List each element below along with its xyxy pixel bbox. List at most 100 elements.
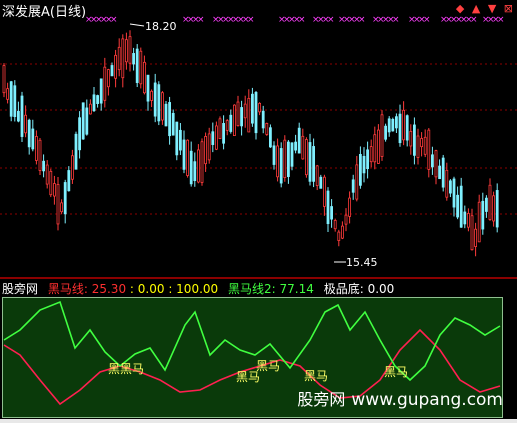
bottom-scrollbar[interactable] [0,419,517,423]
candlestick [290,142,294,171]
candlestick [315,164,319,191]
candlestick [304,137,308,178]
candlestick [225,119,229,136]
candlestick [466,208,470,232]
pane-divider[interactable] [0,277,517,279]
candlestick [409,124,413,155]
candlestick [488,178,492,221]
candlestick [204,132,208,172]
watermark-url: www.gupang.com [351,390,503,410]
candlestick [423,129,427,158]
candlestick [60,199,63,214]
candlestick [110,62,114,77]
candlestick [261,105,265,134]
candlestick [474,222,478,257]
signal-marker-icon: × [110,15,118,25]
indicator-header: 股旁网 黑马线: 25.30 : 0.00 : 100.00 黑马线2: 77.… [2,280,394,296]
candlestick [85,99,89,136]
candlestick [92,86,96,113]
candlestick [42,154,45,178]
candlestick [240,100,244,136]
candlestick [45,160,49,189]
candlestick-chart[interactable]: ×××××× ×××× ×××××××× ××××× ×××× ××××× ××××× ×××… [0,0,517,278]
high-price-label: 18.20 [145,20,177,33]
candlestick [247,89,251,133]
candlestick [452,176,456,217]
candlestick [312,138,316,188]
candlestick [20,91,24,143]
candlestick [81,102,85,140]
candlestick [56,176,60,231]
candlestick [384,123,388,142]
candlestick [463,205,467,229]
candlestick [254,90,258,140]
candlestick [49,168,53,198]
candlestick [207,127,211,164]
candlestick [236,95,240,127]
candlestick [38,138,42,175]
candlestick [139,47,143,89]
candlestick [416,128,420,165]
candlestick [481,192,485,235]
signal-marker-icon: × [423,15,431,25]
candlestick [243,95,247,128]
indicator-value-4: 黑马线2: 77.14 [228,282,314,296]
signal-marker-icon: × [392,15,400,25]
candlestick [229,109,233,134]
candlestick [153,73,157,123]
candlestick [376,124,380,164]
candlestick [492,191,496,227]
candlestick [2,63,6,98]
watermark-brand: 股旁网 [297,390,346,409]
candlestick [362,147,366,183]
candlestick [16,101,20,123]
candlestick [434,149,438,185]
candlestick [211,122,215,153]
indicator-value-1: 黑马线: 25.30 [47,282,127,296]
candlestick [9,80,13,122]
candlestick [380,110,384,161]
candlestick [196,144,200,184]
candlestick [308,133,312,186]
candlestick [337,229,341,247]
candlestick [330,199,334,228]
signal-label: 黑马 [384,365,409,379]
candlestick [132,47,136,71]
signal-marker-icon: × [358,15,366,25]
indicator-value-3: : 100.00 [168,282,219,296]
candlestick [218,116,222,140]
candlestick [114,49,117,88]
candlestick [117,38,121,77]
candlestick [344,208,348,232]
indicator-value-5: 极品底: 0.00 [323,282,395,296]
candlestick [412,117,416,165]
candlestick [340,221,344,240]
watermark: 股旁网 www.gupang.com [297,386,503,410]
candlestick [78,111,81,159]
candlestick [157,81,161,126]
candlestick [121,34,125,88]
signal-marker-icon: × [298,15,306,25]
candlestick [427,128,431,178]
candlestick [135,44,139,88]
candlestick [301,128,305,160]
candlestick [319,174,323,189]
candlestick [178,123,182,155]
candlestick [142,55,146,95]
candlestick [171,109,175,136]
candlestick [67,166,71,192]
candlestick [495,183,499,233]
candlestick [441,154,445,192]
candlestick [63,179,67,224]
signal-marker-icon: × [197,15,205,25]
candlestick [103,57,107,108]
candlestick [294,134,298,154]
candlestick [128,30,132,72]
candlestick [31,119,35,152]
candlestick [398,104,402,147]
candlestick [477,194,481,243]
candlestick [369,139,373,168]
candlestick [387,116,391,137]
candlestick [250,87,254,127]
candlestick [283,135,287,182]
